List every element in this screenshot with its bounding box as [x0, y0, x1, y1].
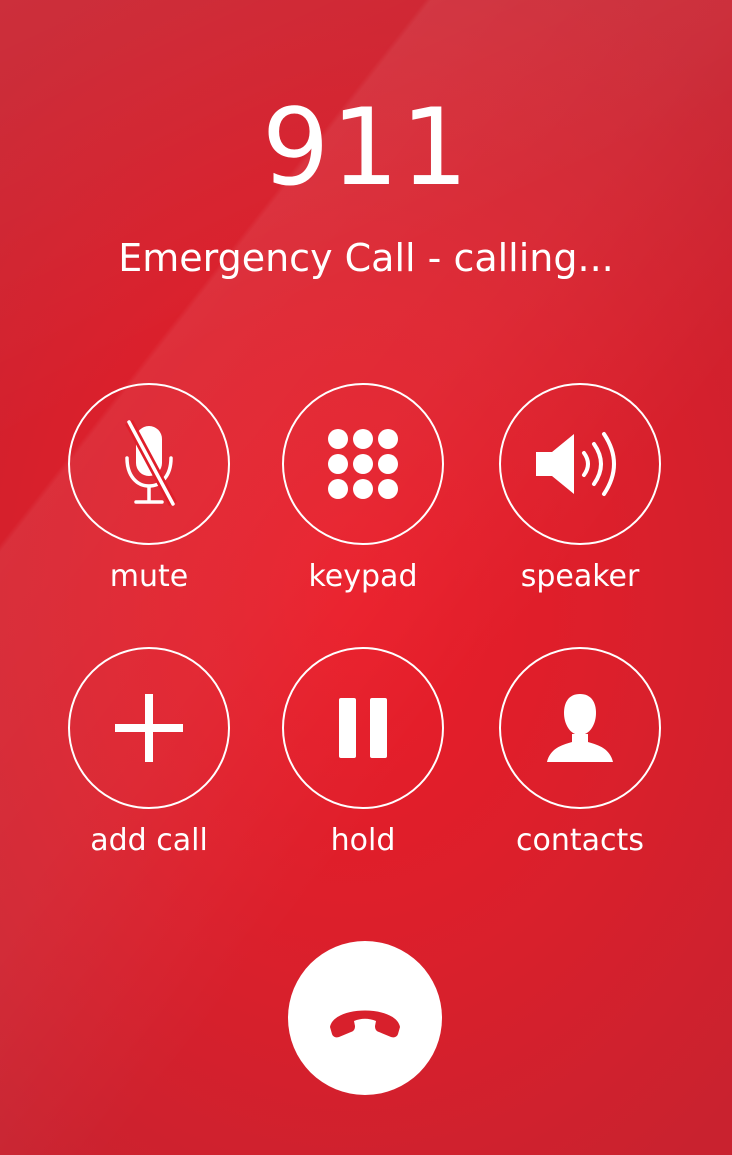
dialed-number: 911: [261, 86, 471, 209]
hold-button[interactable]: [282, 647, 444, 809]
person-icon: [547, 694, 613, 762]
speaker-control[interactable]: speaker: [480, 383, 680, 613]
speaker-icon: [536, 432, 616, 496]
keypad-label: keypad: [308, 559, 418, 594]
speaker-label: speaker: [520, 559, 640, 594]
contacts-label: contacts: [516, 823, 644, 858]
mute-control[interactable]: mute: [49, 383, 249, 613]
pause-icon: [339, 698, 387, 758]
mute-label: mute: [109, 559, 189, 594]
end-call-button[interactable]: [288, 941, 442, 1095]
keypad-button[interactable]: [282, 383, 444, 545]
contacts-control[interactable]: contacts: [480, 647, 680, 877]
hold-control[interactable]: hold: [263, 647, 463, 877]
hang-up-phone-icon: [330, 1010, 400, 1038]
plus-icon: [115, 694, 183, 762]
mute-button[interactable]: [68, 383, 230, 545]
hold-label: hold: [330, 823, 396, 858]
add-call-button[interactable]: [68, 647, 230, 809]
add-call-label: add call: [90, 823, 208, 858]
microphone-off-icon: [125, 419, 177, 507]
keypad-control[interactable]: keypad: [263, 383, 463, 613]
add-call-control[interactable]: add call: [49, 647, 249, 877]
contacts-button[interactable]: [499, 647, 661, 809]
call-status: Emergency Call - calling...: [118, 236, 614, 280]
keypad-icon: [328, 429, 398, 499]
speaker-button[interactable]: [499, 383, 661, 545]
